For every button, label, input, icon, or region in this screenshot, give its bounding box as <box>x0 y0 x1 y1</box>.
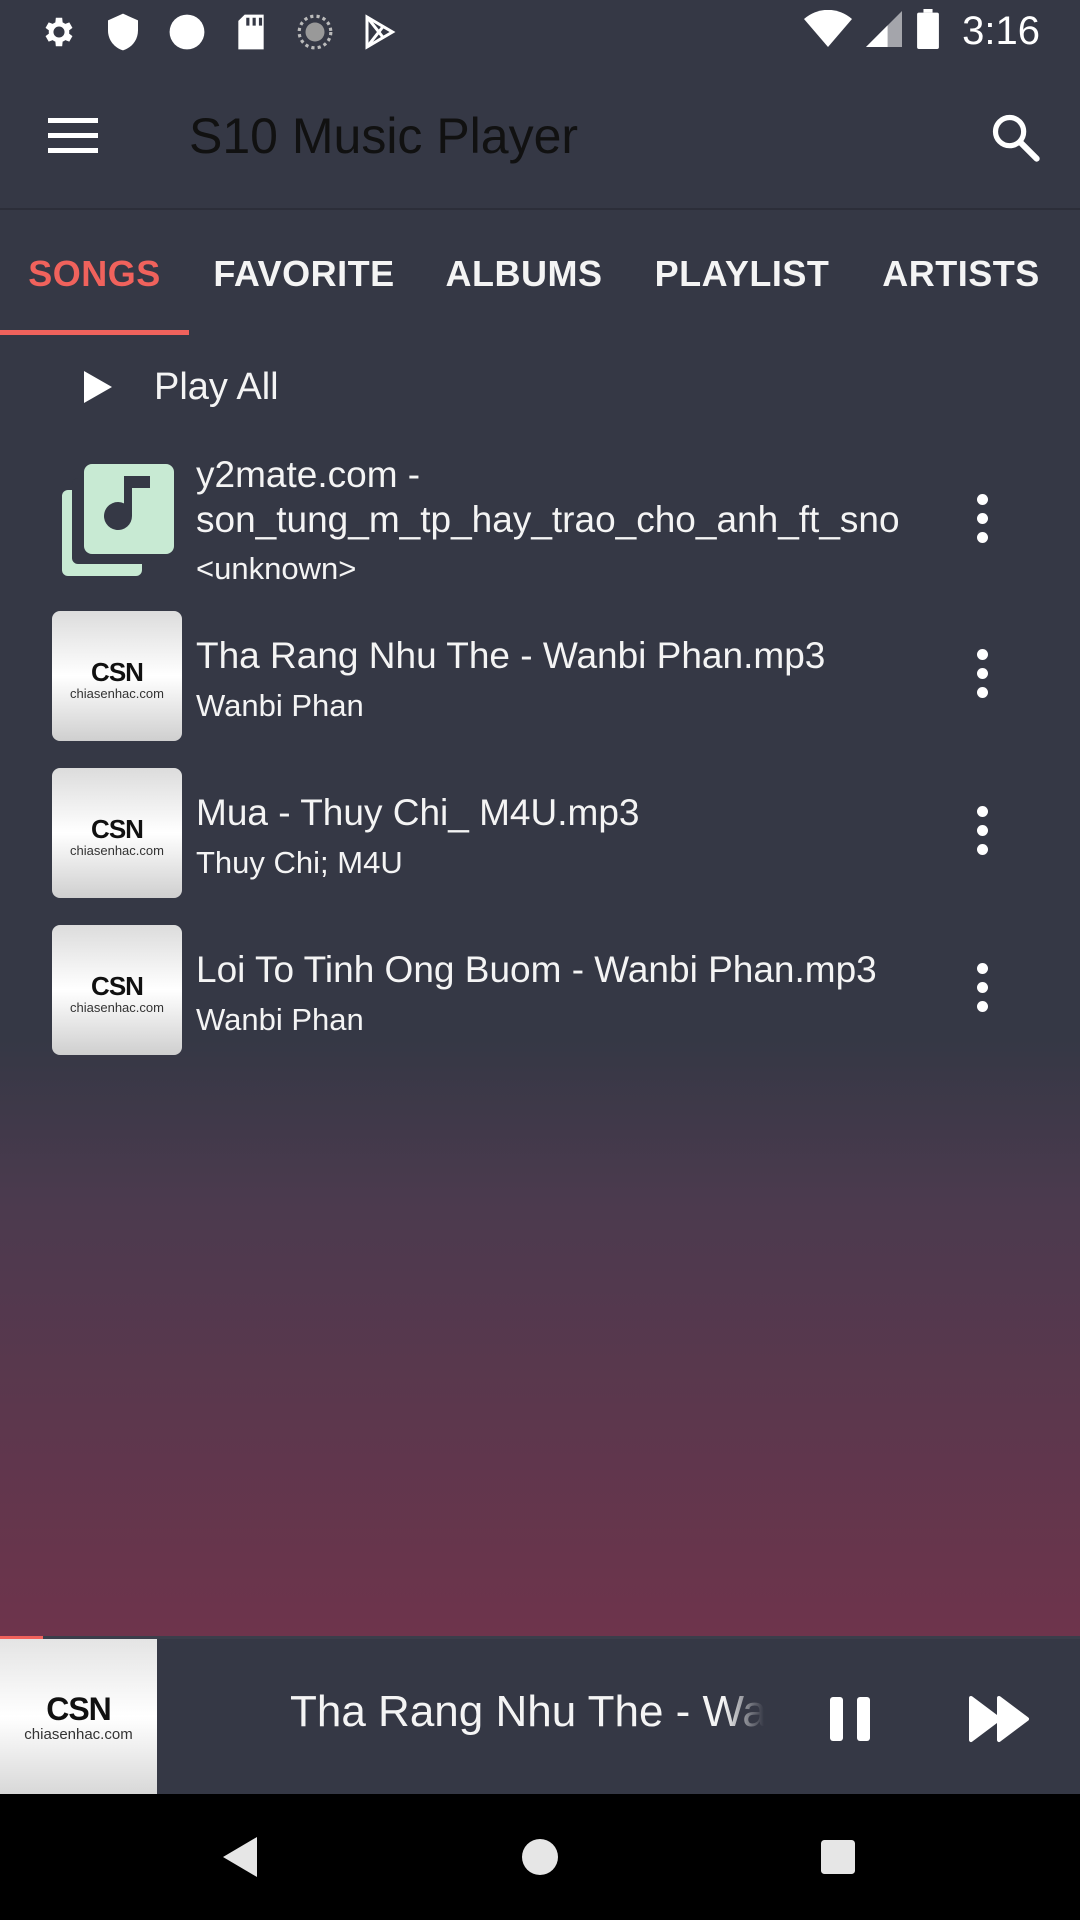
logo-brand: CSN <box>46 1691 112 1727</box>
song-artist: <unknown> <box>196 551 357 586</box>
logo-brand: CSN <box>91 971 144 1001</box>
more-options-icon[interactable] <box>952 478 1012 558</box>
battery-icon <box>916 9 940 54</box>
hamburger-menu-icon[interactable] <box>38 111 108 161</box>
tab-playlist[interactable]: PLAYLIST <box>629 212 855 336</box>
more-options-icon[interactable] <box>952 633 1012 713</box>
chiasenhac-logo: CSN chiasenhac.com <box>52 768 182 898</box>
now-playing-bar[interactable]: CSNchiasenhac.com Tha Rang Nhu The - Wan… <box>0 1639 1080 1794</box>
recents-icon[interactable] <box>803 1822 873 1892</box>
status-bar: 3:16 <box>0 0 1080 63</box>
tab-bar: SONGS FAVORITE ALBUMS PLAYLIST ARTISTS <box>0 212 1080 336</box>
cell-signal-icon <box>866 10 903 53</box>
logo-brand: CSN <box>91 814 144 844</box>
logo-site: chiasenhac.com <box>70 1000 164 1015</box>
song-row[interactable]: CSN chiasenhac.com Tha Rang Nhu The - Wan… <box>0 597 1080 754</box>
music-note-icon <box>52 462 182 592</box>
song-row[interactable]: CSN chiasenhac.com Mua - Thuy Chi_ M4U.mp… <box>0 754 1080 911</box>
song-title: Tha Rang Nhu The - Wanbi Phan.mp3 <box>196 635 826 676</box>
now-playing-art: CSN chiasenhac.com <box>0 1639 157 1794</box>
now-playing-title: Tha Rang Nhu The - Wanbi Phan.mp3 <box>290 1687 764 1736</box>
wifi-icon <box>804 9 853 53</box>
tab-favorite[interactable]: FAVORITE <box>189 212 419 336</box>
more-options-icon[interactable] <box>952 790 1012 870</box>
song-artist: Thuy Chi; M4U <box>196 845 403 880</box>
fast-forward-icon[interactable] <box>960 1679 1040 1759</box>
pause-icon[interactable] <box>810 1679 890 1759</box>
song-list: y2mate.com - son_tung_m_tp_hay_trao_cho_… <box>0 440 1080 1068</box>
play-all-label: Play All <box>154 365 279 408</box>
logo-site: chiasenhac.com <box>24 1726 133 1743</box>
system-nav-bar <box>0 1794 1080 1920</box>
back-icon[interactable] <box>206 1822 276 1892</box>
logo-site: chiasenhac.com <box>70 843 164 858</box>
circle-icon <box>168 12 206 52</box>
logo-brand: CSN <box>91 657 144 687</box>
shield-icon <box>104 12 142 52</box>
logo-site: chiasenhac.com <box>70 686 164 701</box>
song-row[interactable]: y2mate.com - son_tung_m_tp_hay_trao_cho_… <box>0 440 1080 597</box>
play-store-icon <box>360 12 398 52</box>
play-icon <box>76 365 120 409</box>
song-title-continued: son_tung_m_tp_hay_trao_cho_anh_ft_sno <box>196 499 900 540</box>
song-artist: Wanbi Phan <box>196 1002 364 1037</box>
song-row[interactable]: CSN chiasenhac.com Loi To Tinh Ong Buom -… <box>0 911 1080 1068</box>
app-bar: S10 Music Player <box>0 63 1080 210</box>
tab-indicator <box>0 330 189 335</box>
now-playing-title-container: Tha Rang Nhu The - Wanbi Phan.mp3 <box>290 1687 764 1747</box>
song-artist: Wanbi Phan <box>196 688 364 723</box>
search-icon[interactable] <box>980 107 1050 167</box>
song-title: Loi To Tinh Ong Buom - Wanbi Phan.mp3 <box>196 949 877 990</box>
tab-artists[interactable]: ARTISTS <box>855 212 1067 336</box>
app-title: S10 Music Player <box>189 108 579 164</box>
song-title: y2mate.com - <box>196 454 421 495</box>
tab-albums[interactable]: ALBUMS <box>419 212 629 336</box>
home-icon[interactable] <box>505 1822 575 1892</box>
sync-icon <box>296 12 334 52</box>
chiasenhac-logo: CSN chiasenhac.com <box>52 925 182 1055</box>
play-all-button[interactable]: Play All <box>60 352 279 422</box>
chiasenhac-logo: CSN chiasenhac.com <box>52 611 182 741</box>
song-title: Mua - Thuy Chi_ M4U.mp3 <box>196 792 640 833</box>
app-screen: 3:16 S10 Music Player SONGS FAVORITE ALB… <box>0 0 1080 1920</box>
more-options-icon[interactable] <box>952 947 1012 1027</box>
tab-songs[interactable]: SONGS <box>0 212 189 336</box>
status-clock: 3:16 <box>962 9 1040 53</box>
sd-card-icon <box>232 12 270 52</box>
gear-icon <box>40 12 78 52</box>
